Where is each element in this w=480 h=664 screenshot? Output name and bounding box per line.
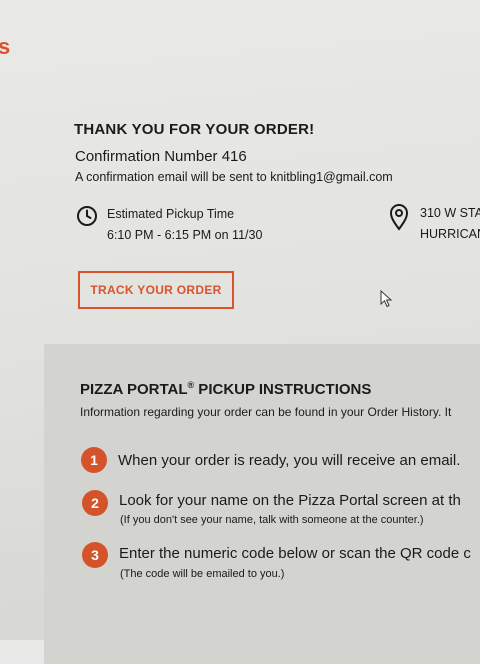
step-number-badge: 3	[82, 542, 108, 568]
confirmation-number: Confirmation Number 416	[75, 148, 247, 165]
pickup-time-label: Estimated Pickup Time	[107, 207, 235, 221]
step-number-badge: 2	[82, 490, 108, 516]
pickup-time-value: 6:10 PM - 6:15 PM on 11/30	[107, 228, 263, 242]
store-address-line2: HURRICAN	[420, 227, 480, 241]
order-heading: THANK YOU FOR YOUR ORDER!	[74, 121, 315, 138]
step-text: Look for your name on the Pizza Portal s…	[119, 492, 461, 509]
track-order-button[interactable]: TRACK YOUR ORDER	[78, 271, 234, 309]
instructions-title: PIZZA PORTAL® PICKUP INSTRUCTIONS	[80, 380, 372, 398]
step-number-badge: 1	[81, 447, 107, 473]
clock-icon	[77, 206, 97, 226]
instructions-description: Information regarding your order can be …	[80, 405, 452, 419]
map-pin-icon	[389, 204, 409, 231]
step-note: (The code will be emailed to you.)	[120, 568, 285, 580]
step-note: (If you don't see your name, talk with s…	[120, 514, 424, 526]
mouse-cursor-icon	[380, 290, 392, 308]
step-text: Enter the numeric code below or scan the…	[119, 545, 471, 562]
step-text: When your order is ready, you will recei…	[118, 452, 461, 469]
store-address-line1: 310 W STA	[420, 206, 480, 220]
brand-logo-fragment[interactable]: s	[0, 34, 10, 60]
confirmation-email-note: A confirmation email will be sent to kni…	[75, 170, 393, 184]
